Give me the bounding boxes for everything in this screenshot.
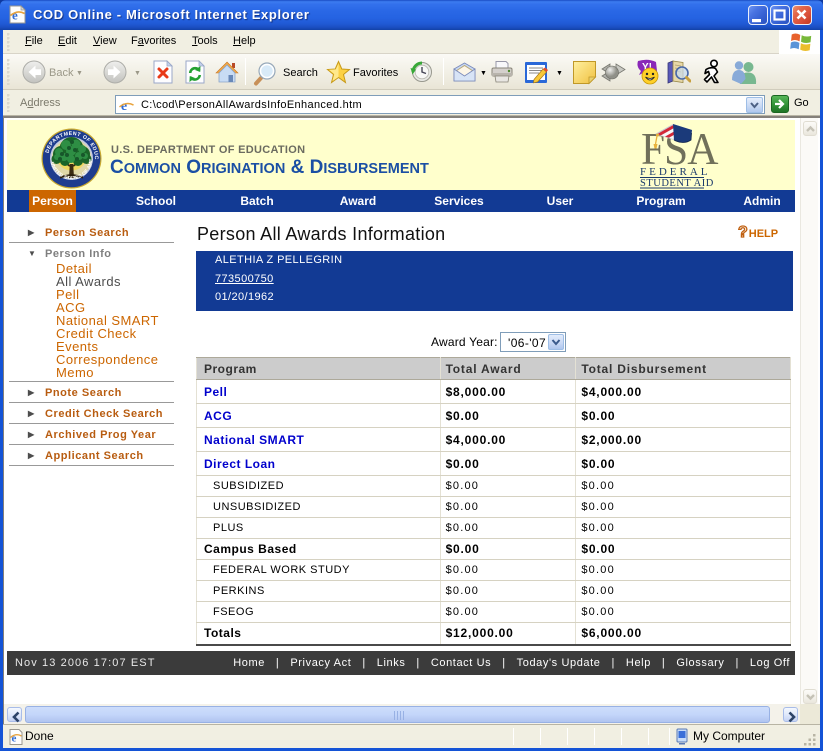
svg-text:STUDENT AID: STUDENT AID <box>640 178 714 189</box>
svg-text:e: e <box>12 8 18 23</box>
svg-text:FEDERAL: FEDERAL <box>640 166 711 178</box>
